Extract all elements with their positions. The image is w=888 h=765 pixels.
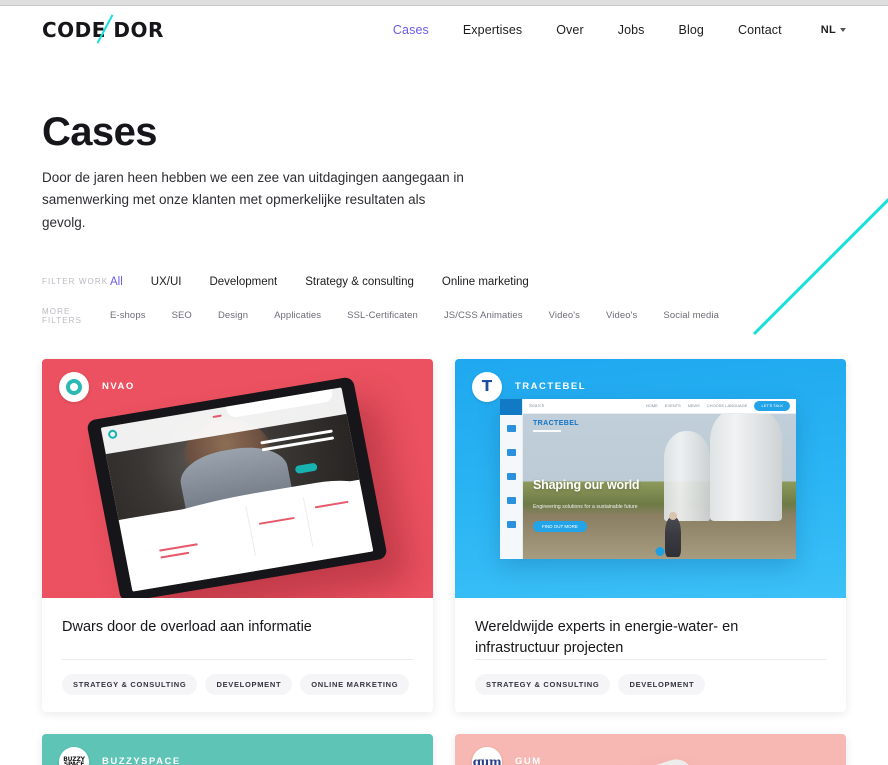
mock-nav-events: EVENTS xyxy=(664,403,681,409)
site-logo[interactable]: CODE DOR xyxy=(42,14,164,44)
filter-section: FILTER WORK All UX/UI Development Strate… xyxy=(0,276,888,325)
case-visual-nvao: NVAO xyxy=(42,358,433,598)
case-tag[interactable]: STRATEGY & CONSULTING xyxy=(475,673,611,695)
filter-work-strategy[interactable]: Strategy & consulting xyxy=(305,276,442,288)
filter-work-uxui[interactable]: UX/UI xyxy=(151,276,210,288)
case-card-tractebel[interactable]: Search HOME EVENTS NEWS CHOOSE LANGUAGE … xyxy=(455,358,846,712)
case-brand-label: TRACTEBEL xyxy=(515,381,587,393)
phone-mockup: gum shop.gum.com xyxy=(574,755,750,765)
filter-work-caption: FILTER WORK xyxy=(42,277,109,287)
filter-more-ssl[interactable]: SSL-Certificaten xyxy=(347,310,444,321)
case-visual-buzzyspace: BUZZY SPACE BUZZYSPACE xyxy=(42,733,433,765)
chevron-down-icon xyxy=(840,28,846,32)
nvao-logo-icon xyxy=(59,371,89,402)
case-card-nvao[interactable]: NVAO Dwars door de overload aan informat… xyxy=(42,358,433,712)
filter-more-videos-1[interactable]: Video's xyxy=(549,310,606,321)
case-tag[interactable]: DEVELOPMENT xyxy=(618,673,706,695)
filter-more-videos-2[interactable]: Video's xyxy=(606,310,663,321)
case-tags: STRATEGY & CONSULTING DEVELOPMENT ONLINE… xyxy=(62,658,413,712)
mock-find-out-more: FIND OUT MORE xyxy=(533,521,587,533)
filter-more-row: MORE FILTERS E-shops SEO Design Applicat… xyxy=(42,307,846,325)
case-tag[interactable]: DEVELOPMENT xyxy=(205,673,293,695)
filter-more-applicaties[interactable]: Applicaties xyxy=(274,310,347,321)
hero-section: Cases Door de jaren heen hebben we een z… xyxy=(0,54,888,234)
main-navigation: Cases Expertises Over Jobs Blog Contact … xyxy=(376,17,846,43)
case-brand-nvao: NVAO xyxy=(59,371,135,402)
nav-item-jobs[interactable]: Jobs xyxy=(601,17,662,43)
site-header: CODE DOR Cases Expertises Over Jobs Blog… xyxy=(0,6,888,54)
case-card-buzzyspace[interactable]: BUZZY SPACE BUZZYSPACE xyxy=(42,733,433,765)
filter-more-seo[interactable]: SEO xyxy=(172,310,218,321)
nav-item-contact[interactable]: Contact xyxy=(721,17,799,43)
case-body-nvao: Dwars door de overload aan informatie ST… xyxy=(42,598,433,712)
case-title: Wereldwijde experts in energie-water- en… xyxy=(475,618,739,656)
case-tag[interactable]: ONLINE MARKETING xyxy=(300,673,410,695)
case-brand-label: GUM xyxy=(515,756,542,765)
nav-item-expertises[interactable]: Expertises xyxy=(446,17,539,43)
language-switcher[interactable]: NL xyxy=(821,24,846,36)
case-visual-tractebel: Search HOME EVENTS NEWS CHOOSE LANGUAGE … xyxy=(455,358,846,598)
buzzyspace-logo-icon: BUZZY SPACE xyxy=(59,746,89,765)
gum-badge-text: gum xyxy=(472,754,502,765)
filter-more-eshops[interactable]: E-shops xyxy=(110,310,172,321)
filter-more-caption: MORE FILTERS xyxy=(42,306,83,325)
case-brand-tractebel: T TRACTEBEL xyxy=(472,371,587,402)
case-tag[interactable]: STRATEGY & CONSULTING xyxy=(62,673,198,695)
mock-nav-language: CHOOSE LANGUAGE xyxy=(706,403,748,409)
nav-item-cases[interactable]: Cases xyxy=(376,17,446,43)
filter-more-design[interactable]: Design xyxy=(218,310,274,321)
mock-nav-news: NEWS xyxy=(687,403,700,409)
case-brand-label: NVAO xyxy=(102,381,135,393)
mock-search-label: Search xyxy=(529,403,545,409)
case-visual-gum: gum shop.gum.com gum GUM xyxy=(455,733,846,765)
filter-work-row: FILTER WORK All UX/UI Development Strate… xyxy=(42,276,846,288)
filter-work-online-marketing[interactable]: Online marketing xyxy=(442,276,557,288)
mock-subheadline: Engineering solutions for a sustainable … xyxy=(533,503,638,510)
nav-item-blog[interactable]: Blog xyxy=(662,17,721,43)
mock-headline: Shaping our world xyxy=(533,477,640,492)
case-brand-gum: gum GUM xyxy=(472,746,542,765)
case-card-gum[interactable]: gum shop.gum.com gum GUM xyxy=(455,733,846,765)
page-title: Cases xyxy=(42,110,157,154)
tractebel-logo-icon: T xyxy=(472,371,502,402)
nav-item-over[interactable]: Over xyxy=(539,17,601,43)
page-intro-text: Door de jaren heen hebben we een zee van… xyxy=(42,170,464,230)
gum-logo-icon: gum xyxy=(472,746,502,765)
case-brand-buzzyspace: BUZZY SPACE BUZZYSPACE xyxy=(59,746,181,765)
case-title: Dwars door de overload aan informatie xyxy=(62,618,312,635)
filter-more-jscss[interactable]: JS/CSS Animaties xyxy=(444,310,549,321)
language-label: NL xyxy=(820,24,836,36)
mock-nav-home: HOME xyxy=(645,403,658,409)
page-root: CODE DOR Cases Expertises Over Jobs Blog… xyxy=(0,6,888,765)
case-body-tractebel: Wereldwijde experts in energie-water- en… xyxy=(455,598,846,712)
cases-grid: NVAO Dwars door de overload aan informat… xyxy=(0,358,888,765)
filter-more-social-media[interactable]: Social media xyxy=(663,310,745,321)
filter-work-all[interactable]: All xyxy=(110,276,151,288)
mock-brand-label: TRACTEBEL xyxy=(533,419,579,427)
case-tags: STRATEGY & CONSULTING DEVELOPMENT xyxy=(475,658,826,712)
mock-cta-button: LET'S TALK xyxy=(754,400,790,411)
case-brand-label: BUZZYSPACE xyxy=(102,756,181,765)
tablet-mockup xyxy=(86,376,388,598)
website-mockup: Search HOME EVENTS NEWS CHOOSE LANGUAGE … xyxy=(500,398,796,559)
filter-work-development[interactable]: Development xyxy=(209,276,305,288)
